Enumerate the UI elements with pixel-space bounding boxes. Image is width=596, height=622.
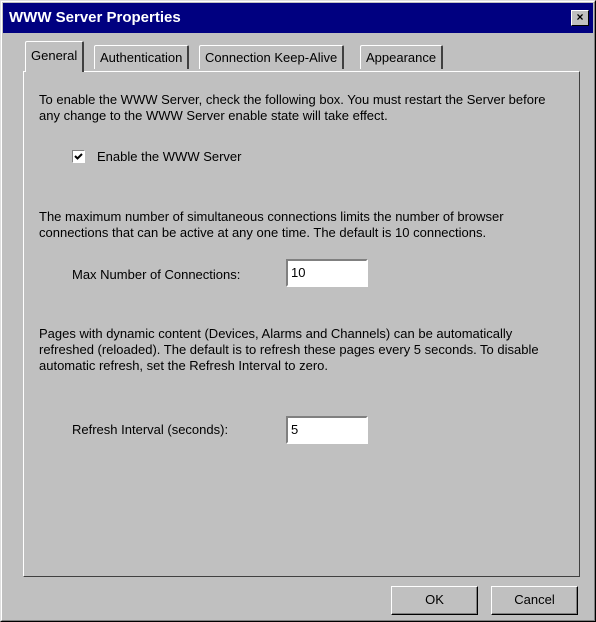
refresh-interval-input[interactable]: 5 (286, 416, 368, 444)
close-button[interactable]: × (571, 10, 589, 26)
ok-button-label: OK (425, 592, 444, 607)
cancel-button[interactable]: Cancel (491, 586, 578, 615)
max-connections-input[interactable]: 10 (286, 259, 368, 287)
properties-dialog: WWW Server Properties × General Authenti… (0, 0, 596, 622)
general-tab-panel (23, 71, 580, 577)
ok-button[interactable]: OK (391, 586, 478, 615)
enable-description: To enable the WWW Server, check the foll… (39, 92, 546, 123)
max-connections-label: Max Number of Connections: (72, 267, 241, 282)
close-icon: × (576, 10, 584, 24)
cancel-button-label: Cancel (514, 592, 555, 607)
tab-connection-keep-alive[interactable]: Connection Keep-Alive (199, 45, 345, 69)
tab-general-label: General (31, 48, 78, 63)
enable-www-server-label[interactable]: Enable the WWW Server (97, 149, 242, 164)
title-bar[interactable]: WWW Server Properties × (3, 3, 593, 33)
refresh-interval-label: Refresh Interval (seconds): (72, 422, 229, 437)
tab-authentication[interactable]: Authentication (94, 45, 190, 69)
window-title: WWW Server Properties (9, 9, 181, 26)
enable-www-server-checkbox[interactable] (72, 150, 85, 163)
tab-appearance-label: Appearance (366, 50, 437, 65)
connections-description: The maximum number of simultaneous conne… (39, 209, 504, 240)
checkmark-icon (74, 153, 83, 160)
tab-general[interactable]: General (25, 41, 85, 72)
tab-connection-keep-alive-label: Connection Keep-Alive (205, 50, 338, 65)
tab-appearance[interactable]: Appearance (360, 45, 444, 69)
refresh-description: Pages with dynamic content (Devices, Ala… (39, 326, 539, 373)
tab-authentication-label: Authentication (100, 50, 183, 65)
